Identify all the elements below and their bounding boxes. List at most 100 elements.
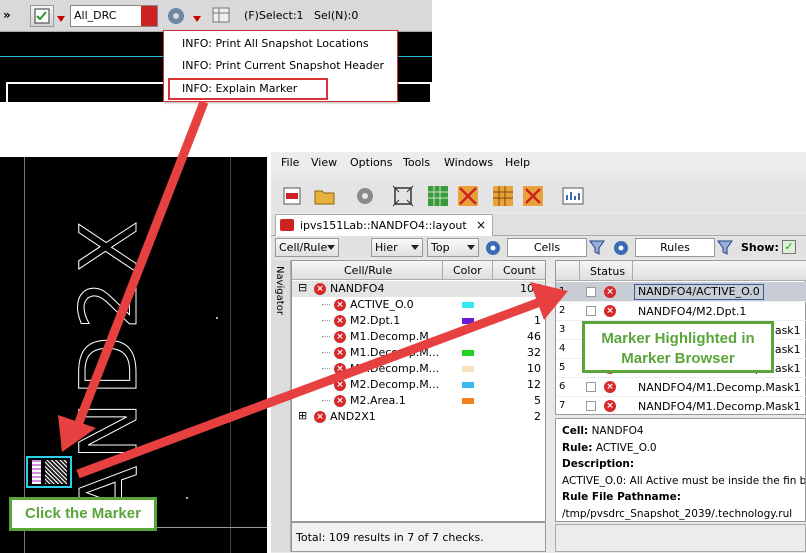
- color-swatch[interactable]: [462, 382, 474, 388]
- menu-item-print-snapshot-header[interactable]: INFO: Print Current Snapshot Header: [164, 55, 397, 77]
- marker-row-name: NANDFO4/ACTIVE_O.0: [634, 284, 764, 300]
- marker-checkbox[interactable]: [586, 382, 596, 392]
- marker-details: Cell: NANDFO4 Rule: ACTIVE_O.0 Descripti…: [555, 418, 806, 522]
- color-swatch[interactable]: [462, 302, 474, 308]
- tab-close-icon[interactable]: ×: [476, 218, 486, 232]
- tab-layout[interactable]: ipvs151Lab::NANDFO4::layout ×: [275, 214, 493, 236]
- table-icon[interactable]: [210, 5, 232, 27]
- marker-checkbox[interactable]: [586, 401, 596, 411]
- menu-view[interactable]: View: [311, 156, 337, 169]
- tree-row-name: M1.Decomp.M...: [350, 346, 440, 359]
- hierarchy-select[interactable]: Hier: [371, 238, 423, 257]
- zoom-fit-icon[interactable]: [391, 184, 415, 208]
- cells-filter[interactable]: Cells: [507, 238, 587, 257]
- folder-open-icon[interactable]: [313, 184, 337, 208]
- menu-windows[interactable]: Windows: [444, 156, 493, 169]
- tree-row[interactable]: × M1.Decomp.M... 46: [292, 329, 545, 345]
- error-icon: ×: [334, 363, 346, 375]
- tree-row[interactable]: ⊟ × NANDFO4 107: [292, 281, 545, 297]
- marker-row-name: NANDFO4/M1.Decomp.Mask1: [638, 400, 801, 413]
- layer-select[interactable]: All_DRC: [70, 5, 158, 27]
- gear-icon[interactable]: [165, 5, 187, 27]
- tree-row[interactable]: × M1.Decomp.M... 32: [292, 345, 545, 361]
- marker-row[interactable]: 6 × NANDFO4/M1.Decomp.Mask1: [556, 377, 806, 397]
- detail-rule-label: Rule:: [562, 441, 593, 454]
- tree-row[interactable]: × M2.Dpt.1 1: [292, 313, 545, 329]
- chevron-down-icon[interactable]: [57, 12, 65, 34]
- mode-select[interactable]: Cell/Rule: [275, 238, 339, 257]
- error-icon: ×: [334, 331, 346, 343]
- menu-file[interactable]: File: [281, 156, 299, 169]
- show-checkbox[interactable]: ✓: [782, 240, 796, 254]
- color-swatch[interactable]: [462, 318, 474, 324]
- clear-selection-icon[interactable]: [521, 184, 545, 208]
- navigator-strip[interactable]: Navigator: [271, 260, 291, 552]
- menu-tools[interactable]: Tools: [403, 156, 430, 169]
- rules-filter[interactable]: Rules: [635, 238, 715, 257]
- tree-row-count: 107: [520, 282, 541, 295]
- grid-green-icon[interactable]: [426, 184, 450, 208]
- marker-row-name: NANDFO4/M1.Decomp.Mask1: [638, 381, 801, 394]
- gear-icon[interactable]: [353, 184, 377, 208]
- marker-row-index: 6: [559, 381, 566, 392]
- tree-row[interactable]: × ACTIVE_O.0: [292, 297, 545, 313]
- mode-select-value: Cell/Rule: [279, 241, 328, 254]
- layout-canvas[interactable]: AND2X: [0, 157, 267, 553]
- cell-table-header: Cell/Rule Color Count: [292, 261, 545, 280]
- color-swatch[interactable]: [462, 366, 474, 372]
- toolbar-overflow[interactable]: »: [3, 8, 11, 30]
- tree-row[interactable]: × M2.Area.1 5: [292, 393, 545, 409]
- tree-row-name: M2.Decomp.M...: [350, 378, 440, 391]
- color-swatch[interactable]: [462, 334, 474, 340]
- report-icon[interactable]: [561, 184, 585, 208]
- marker-row-index: 2: [559, 305, 566, 316]
- tree-row[interactable]: × M1.Decomp.M... 10: [292, 361, 545, 377]
- column-header-color[interactable]: Color: [453, 264, 482, 277]
- marker-checkbox[interactable]: [586, 287, 596, 297]
- marker-row[interactable]: 7 × NANDFO4/M1.Decomp.Mask1: [556, 396, 806, 415]
- tree-expander-icon[interactable]: ⊞: [298, 409, 307, 422]
- detail-path-label: Rule File Pathname:: [562, 491, 681, 503]
- menu-item-print-snapshot-locations[interactable]: INFO: Print All Snapshot Locations: [164, 33, 397, 55]
- drc-tab-icon: [280, 219, 294, 231]
- menu-item-explain-marker[interactable]: INFO: Explain Marker: [168, 78, 328, 100]
- column-header-status[interactable]: Status: [590, 265, 625, 278]
- gear-icon[interactable]: [611, 238, 631, 257]
- drc-check-icon[interactable]: [30, 5, 54, 27]
- grid-orange-icon[interactable]: [491, 184, 515, 208]
- selection-status: (F)Select:1 Sel(N):0: [244, 9, 359, 22]
- callout-marker-browser: Marker Highlighted in Marker Browser: [582, 321, 774, 373]
- detail-description-value: ACTIVE_O.0: All Active must be inside th…: [562, 474, 806, 487]
- color-swatch[interactable]: [462, 350, 474, 356]
- marker-row-index: 1: [559, 286, 566, 297]
- menu-options[interactable]: Options: [350, 156, 392, 169]
- error-icon: ×: [334, 395, 346, 407]
- cell-label: AND2X: [65, 214, 156, 520]
- browser-toolbar: [271, 180, 806, 212]
- tree-row[interactable]: × M2.Decomp.M... 12: [292, 377, 545, 393]
- drc-run-icon[interactable]: [281, 184, 305, 208]
- color-swatch[interactable]: [462, 398, 474, 404]
- marker-row[interactable]: 1 × NANDFO4/ACTIVE_O.0: [556, 282, 806, 302]
- tree-row[interactable]: ⊞ × AND2X1 2: [292, 409, 545, 425]
- detail-rule-value: ACTIVE_O.0: [595, 441, 657, 454]
- menu-help[interactable]: Help: [505, 156, 530, 169]
- detail-cell-value: NANDFO4: [591, 425, 644, 437]
- show-label: Show:: [741, 241, 779, 254]
- filter-funnel-icon[interactable]: [587, 238, 607, 257]
- error-icon: ×: [314, 411, 326, 423]
- tree-expander-icon[interactable]: ⊟: [298, 281, 307, 294]
- tree-row-name: M2.Dpt.1: [350, 314, 401, 327]
- marker-checkbox[interactable]: [586, 306, 596, 316]
- error-icon: ×: [334, 315, 346, 327]
- clear-grid-icon[interactable]: [456, 184, 480, 208]
- column-header-cell-rule[interactable]: Cell/Rule: [344, 264, 392, 277]
- column-header-count[interactable]: Count: [503, 264, 536, 277]
- filter-funnel-icon[interactable]: [715, 238, 735, 257]
- gear-icon[interactable]: [483, 238, 503, 257]
- marker-row[interactable]: 2 × NANDFO4/M2.Dpt.1: [556, 301, 806, 321]
- marker-table-header: Status: [556, 261, 806, 281]
- position-select[interactable]: Top: [427, 238, 479, 257]
- drc-marker[interactable]: [26, 456, 72, 488]
- tree-row-name: M1.Decomp.M...: [350, 362, 440, 375]
